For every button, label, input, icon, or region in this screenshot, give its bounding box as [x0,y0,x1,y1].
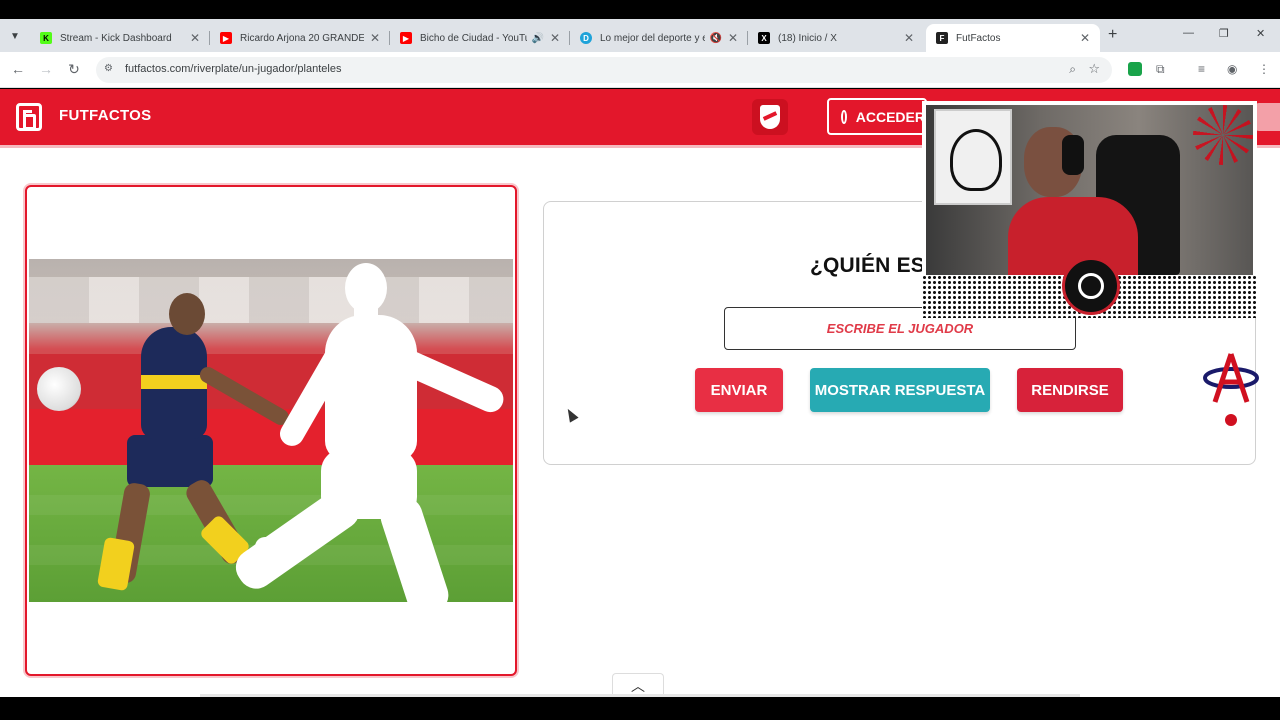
spider-web-decoration [1193,105,1253,165]
close-tab-icon[interactable]: ✕ [370,31,380,45]
browser-tab-strip: ▼ K Stream - Kick Dashboard ✕ ▶ Ricardo … [0,19,1280,52]
tab-title: FutFactos [956,32,1001,44]
streamer-logo-icon [1062,257,1120,315]
youtube-icon: ▶ [220,32,232,44]
puzzle-extensions-icon[interactable]: ⧉ [1156,62,1165,77]
forward-arrow-icon[interactable]: → [37,61,55,77]
tab-title: Ricardo Arjona 20 GRANDES [240,32,364,44]
show-answer-button[interactable]: MOSTRAR RESPUESTA [810,368,990,412]
tab-title: (18) Inicio / X [778,32,837,44]
headset-icon [1062,135,1084,175]
close-tab-icon[interactable]: ✕ [1080,31,1090,45]
player-image-card [25,185,517,676]
kick-icon: K [40,32,52,44]
back-arrow-icon[interactable]: ← [9,61,27,77]
football-icon [37,367,81,411]
login-label: ACCEDER [855,108,925,125]
close-tab-icon[interactable]: ✕ [728,31,738,45]
media-control-icon[interactable]: ≡ [1198,62,1205,76]
close-tab-icon[interactable]: ✕ [190,31,200,45]
window-close-icon[interactable]: ✕ [1256,27,1265,40]
user-icon [841,109,847,124]
tab-title: Lo mejor del deporte y e [600,32,706,44]
site-info-icon[interactable]: ⚙ [104,63,113,74]
screen-bottom-bar [0,697,1280,720]
profile-icon[interactable]: ◉ [1227,62,1237,76]
give-up-button[interactable]: RENDIRSE [1017,368,1123,412]
hidden-player-silhouette [325,315,417,461]
submit-button[interactable]: ENVIAR [695,368,783,412]
browser-tab[interactable]: ▶ Ricardo Arjona 20 GRANDES ✕ [210,24,390,52]
extension-icon[interactable] [1128,62,1142,76]
minimize-icon[interactable]: — [1183,27,1194,39]
zoom-icon[interactable]: ⌕ [1069,62,1076,77]
futfactos-icon: F [936,32,948,44]
new-tab-icon[interactable]: + [1108,26,1117,44]
screen-top-bar [0,0,1280,19]
menu-kebab-icon[interactable]: ⋮ [1258,62,1270,76]
browser-tab[interactable]: ▶ Bicho de Ciudad - YouTu 🔊 ✕ [390,24,570,52]
audio-playing-icon[interactable]: 🔊 [531,33,543,44]
reload-icon[interactable]: ↻ [65,61,83,78]
login-button[interactable]: ACCEDER [827,98,927,135]
muted-icon[interactable]: 🔇 [709,33,721,44]
close-tab-icon[interactable]: ✕ [904,31,914,45]
browser-toolbar: ← → ↻ ⚙ futfactos.com/riverplate/un-juga… [0,52,1280,88]
bookmark-star-icon[interactable]: ☆ [1088,61,1100,77]
streaming-icon: D [580,32,592,44]
tab-search-chevron-icon[interactable]: ▼ [6,27,24,45]
tab-title: Stream - Kick Dashboard [60,32,172,44]
match-photo [29,259,513,602]
club-shield-icon[interactable] [752,99,788,135]
spiderman-poster [934,109,1012,205]
webcam-video [926,105,1253,275]
browser-tab[interactable]: X (18) Inicio / X ✕ [748,24,924,52]
close-tab-icon[interactable]: ✕ [550,31,560,45]
header-partial-button[interactable] [1255,103,1280,131]
site-brand[interactable]: FUTFACTOS [59,107,151,124]
streamer-webcam-overlay [922,101,1257,318]
youtube-icon: ▶ [400,32,412,44]
spider-logo-icon [1203,353,1259,426]
tab-title: Bicho de Ciudad - YouTu [420,32,528,44]
restore-icon[interactable]: ❐ [1219,27,1229,40]
url-text[interactable]: futfactos.com/riverplate/un-jugador/plan… [125,63,341,75]
futfactos-logo-icon[interactable] [16,103,42,131]
browser-tab[interactable]: K Stream - Kick Dashboard ✕ [30,24,210,52]
browser-tab-active[interactable]: F FutFactos ✕ [926,24,1100,52]
browser-tab[interactable]: D Lo mejor del deporte y e 🔇 ✕ [570,24,748,52]
address-bar[interactable]: ⚙ futfactos.com/riverplate/un-jugador/pl… [96,57,1112,83]
x-icon: X [758,32,770,44]
